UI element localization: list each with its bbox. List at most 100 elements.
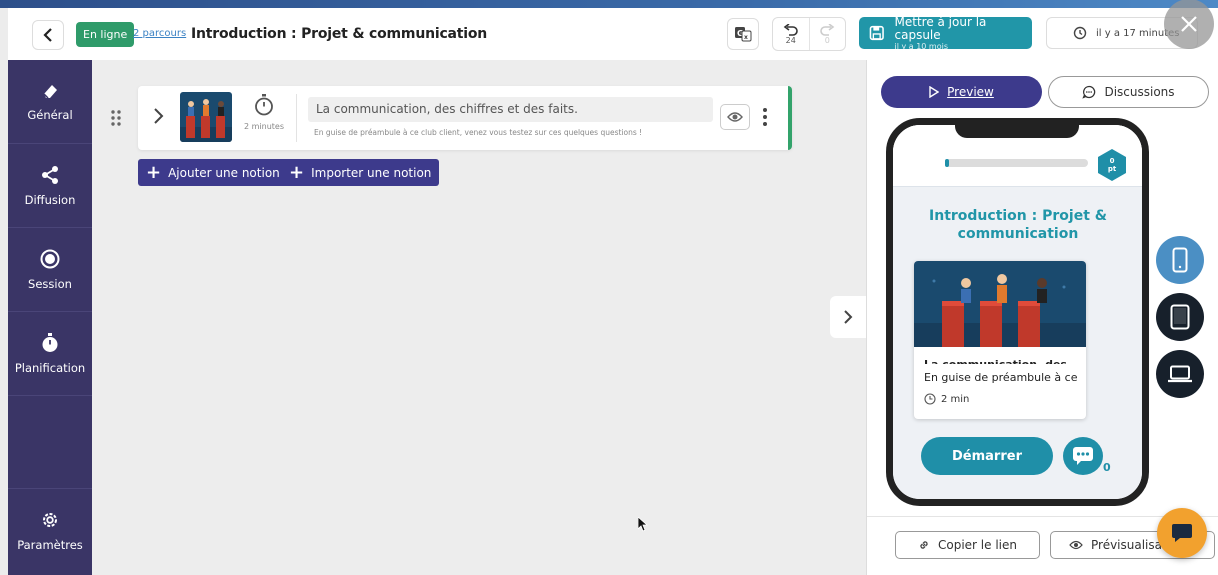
redo-button[interactable]: 0 xyxy=(810,18,846,50)
translate-button[interactable]: Gx xyxy=(727,18,759,50)
eraser-icon xyxy=(43,84,57,99)
sidebar-item-label: Paramètres xyxy=(17,537,83,552)
drag-handle-icon[interactable] xyxy=(110,109,122,127)
chat-bubble-icon xyxy=(1172,524,1192,542)
device-desktop-button[interactable] xyxy=(1156,350,1204,398)
tab-discussions[interactable]: Discussions xyxy=(1048,76,1209,108)
top-header: En ligne 2 parcours Introduction : Proje… xyxy=(8,0,1218,60)
close-icon xyxy=(1181,16,1197,32)
toggle-panel-button[interactable] xyxy=(830,296,866,338)
link-icon xyxy=(920,541,928,549)
play-icon xyxy=(929,86,940,98)
tablet-icon xyxy=(1170,304,1190,330)
start-button[interactable]: Démarrer xyxy=(921,437,1053,475)
undo-icon xyxy=(783,23,798,36)
chevron-right-icon[interactable] xyxy=(152,107,164,125)
duration-label: 2 minutes xyxy=(244,122,285,131)
notion-thumbnail xyxy=(180,92,232,142)
chat-icon xyxy=(1082,85,1096,99)
redo-count: 0 xyxy=(824,35,830,45)
points-value: 0 xyxy=(1109,157,1115,165)
tab-preview[interactable]: Preview xyxy=(881,76,1042,108)
sidebar-item-label: Planification xyxy=(14,360,86,375)
sidebar: Général Diffusion Session Planification … xyxy=(8,60,92,575)
history-icon xyxy=(1073,26,1087,40)
phone-card-description: En guise de préambule à ce xyxy=(924,371,1078,384)
phone-notion-card[interactable]: La communication, des En guise de préamb… xyxy=(914,261,1086,419)
redo-icon xyxy=(820,23,835,36)
import-notion-button[interactable]: + Importer une notion xyxy=(281,159,440,186)
eye-icon xyxy=(1069,540,1083,550)
undo-count: 24 xyxy=(785,35,796,45)
phone-card-duration-label: 2 min xyxy=(941,393,970,405)
sidebar-item-session[interactable]: Session xyxy=(8,228,92,312)
gear-icon xyxy=(43,512,57,527)
sidebar-item-planification[interactable]: Planification xyxy=(8,312,92,396)
import-notion-label: Importer une notion xyxy=(311,165,432,180)
phone-chat-button[interactable] xyxy=(1063,437,1103,475)
mouse-cursor-icon xyxy=(638,517,648,532)
phone-mockup: 0 pt Introduction : Projet & communicati… xyxy=(886,118,1149,506)
plus-icon: + xyxy=(289,161,305,183)
notion-description[interactable]: En guise de préambule à ce club client, … xyxy=(314,128,642,137)
copy-link-button[interactable]: Copier le lien xyxy=(895,531,1040,559)
tab-discussions-label: Discussions xyxy=(1104,85,1175,99)
update-capsule-sub: il y a 10 mois xyxy=(894,41,949,51)
more-options-icon[interactable] xyxy=(761,106,769,128)
editor-canvas: 2 minutes La communication, des chiffres… xyxy=(92,60,866,575)
undo-button[interactable]: 24 xyxy=(773,18,809,50)
stopwatch-icon xyxy=(42,332,58,352)
progress-fill xyxy=(945,159,950,167)
target-icon xyxy=(40,249,60,268)
phone-screen: 0 pt Introduction : Projet & communicati… xyxy=(893,125,1142,499)
status-badge: En ligne xyxy=(76,22,135,47)
tab-preview-label: Preview xyxy=(947,85,994,99)
points-badge: 0 pt xyxy=(1098,149,1126,181)
preview-notion-button[interactable] xyxy=(720,104,750,130)
laptop-icon xyxy=(1168,365,1192,383)
notion-illustration xyxy=(914,261,1086,347)
top-accent-strip xyxy=(0,0,1218,8)
points-unit: pt xyxy=(1107,165,1117,173)
notion-title-input[interactable]: La communication, des chiffres et des fa… xyxy=(308,97,713,122)
save-icon xyxy=(869,25,884,41)
chevron-right-icon xyxy=(844,310,853,324)
preview-panel: Preview Discussions 0 pt Introduction : … xyxy=(866,60,1218,575)
duration-display: 2 minutes xyxy=(244,94,284,131)
help-chat-button[interactable] xyxy=(1157,508,1207,558)
sidebar-item-label: Session xyxy=(28,276,72,291)
plus-icon: + xyxy=(146,161,162,183)
parcours-link[interactable]: 2 parcours xyxy=(133,28,186,39)
back-button[interactable] xyxy=(32,20,64,50)
progress-bar xyxy=(945,159,1088,167)
phone-card-duration: 2 min xyxy=(924,393,969,405)
share-icon xyxy=(42,165,58,184)
translate-icon: Gx xyxy=(735,27,752,42)
svg-text:x: x xyxy=(744,34,748,41)
update-capsule-button[interactable]: Mettre à jour la capsule il y a 10 mois xyxy=(859,15,1032,51)
sidebar-item-label: Diffusion xyxy=(24,192,76,207)
clock-icon xyxy=(924,393,936,405)
sidebar-item-label: Général xyxy=(27,107,73,122)
device-mobile-button[interactable] xyxy=(1156,236,1204,284)
add-notion-button[interactable]: + Ajouter une notion xyxy=(138,159,288,186)
notion-card[interactable]: 2 minutes La communication, des chiffres… xyxy=(138,86,792,150)
eye-icon xyxy=(727,112,743,122)
copy-link-label: Copier le lien xyxy=(938,538,1017,552)
close-button[interactable] xyxy=(1164,0,1214,49)
smartphone-icon xyxy=(1172,247,1188,273)
device-tablet-button[interactable] xyxy=(1156,293,1204,341)
phone-card-title: La communication, des xyxy=(924,355,1074,364)
undo-redo-group: 24 0 xyxy=(772,17,846,51)
chevron-left-icon xyxy=(43,28,52,42)
phone-capsule-title: Introduction : Projet & communication xyxy=(929,208,1107,242)
sidebar-item-general[interactable]: Général xyxy=(8,60,92,144)
add-notion-label: Ajouter une notion xyxy=(168,165,280,180)
phone-notch xyxy=(955,125,1079,138)
phone-chat-count: 0 xyxy=(1103,461,1111,474)
page-title: Introduction : Projet & communication xyxy=(191,26,488,42)
sidebar-item-parametres[interactable]: Paramètres xyxy=(8,488,92,572)
sidebar-item-diffusion[interactable]: Diffusion xyxy=(8,144,92,228)
stopwatch-icon xyxy=(255,94,273,116)
message-icon xyxy=(1073,447,1093,465)
